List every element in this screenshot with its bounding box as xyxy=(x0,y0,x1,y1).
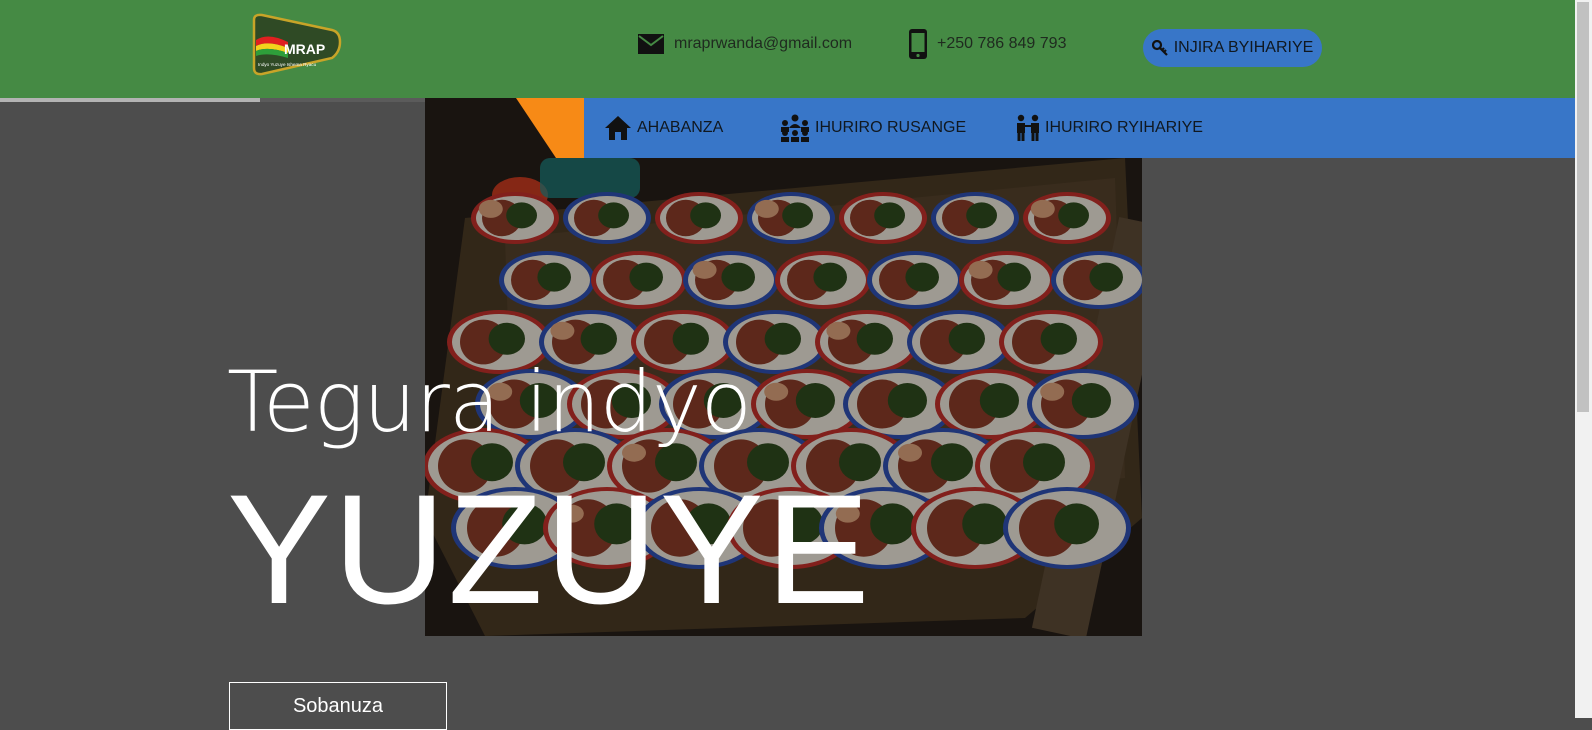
home-icon xyxy=(604,115,632,141)
nav-item-ihuriro-ryihariye[interactable]: IHURIRO RYIHARIYE xyxy=(1016,98,1203,158)
login-label: INJIRA BYIHARIYE xyxy=(1173,39,1314,56)
nav-label-ahabanza: AHABANZA xyxy=(637,119,724,136)
phone-text: +250 786 849 793 xyxy=(937,35,1067,52)
private-login-button[interactable]: INJIRA BYIHARIYE xyxy=(1143,29,1322,67)
nav-label-ihuriro-rusange: IHURIRO RUSANGE xyxy=(815,119,967,136)
mobile-phone-icon xyxy=(909,29,927,59)
nav-label-ihuriro-ryihariye: IHURIRO RYIHARIYE xyxy=(1045,119,1203,136)
envelope-icon xyxy=(638,34,664,54)
progress-fill xyxy=(0,98,260,102)
logo-tagline: Indyo Yuzuye Ishema Ryacu xyxy=(258,62,317,67)
explain-button[interactable]: Sobanuza xyxy=(229,682,447,730)
phone-contact[interactable]: +250 786 849 793 xyxy=(909,29,1067,59)
nav-item-ihuriro-rusange[interactable]: IHURIRO RUSANGE xyxy=(780,98,966,158)
logo-text: MRAP xyxy=(284,41,325,57)
scrollbar-thumb[interactable] xyxy=(1577,2,1589,412)
couple-icon xyxy=(1016,114,1040,142)
nav-item-ahabanza[interactable]: AHABANZA xyxy=(604,98,723,158)
vertical-scrollbar[interactable] xyxy=(1575,0,1592,718)
email-contact[interactable]: mraprwanda@gmail.com xyxy=(638,32,852,56)
top-header: MRAP Indyo Yuzuye Ishema Ryacu mraprwand… xyxy=(0,0,1575,98)
group-icon xyxy=(780,114,810,142)
hero-title: YUZUYE xyxy=(227,463,872,637)
email-text: mraprwanda@gmail.com xyxy=(674,35,853,52)
key-icon xyxy=(1151,40,1168,56)
hero-subtitle: Tegura indyo xyxy=(227,353,752,451)
site-logo[interactable]: MRAP Indyo Yuzuye Ishema Ryacu xyxy=(248,12,344,76)
